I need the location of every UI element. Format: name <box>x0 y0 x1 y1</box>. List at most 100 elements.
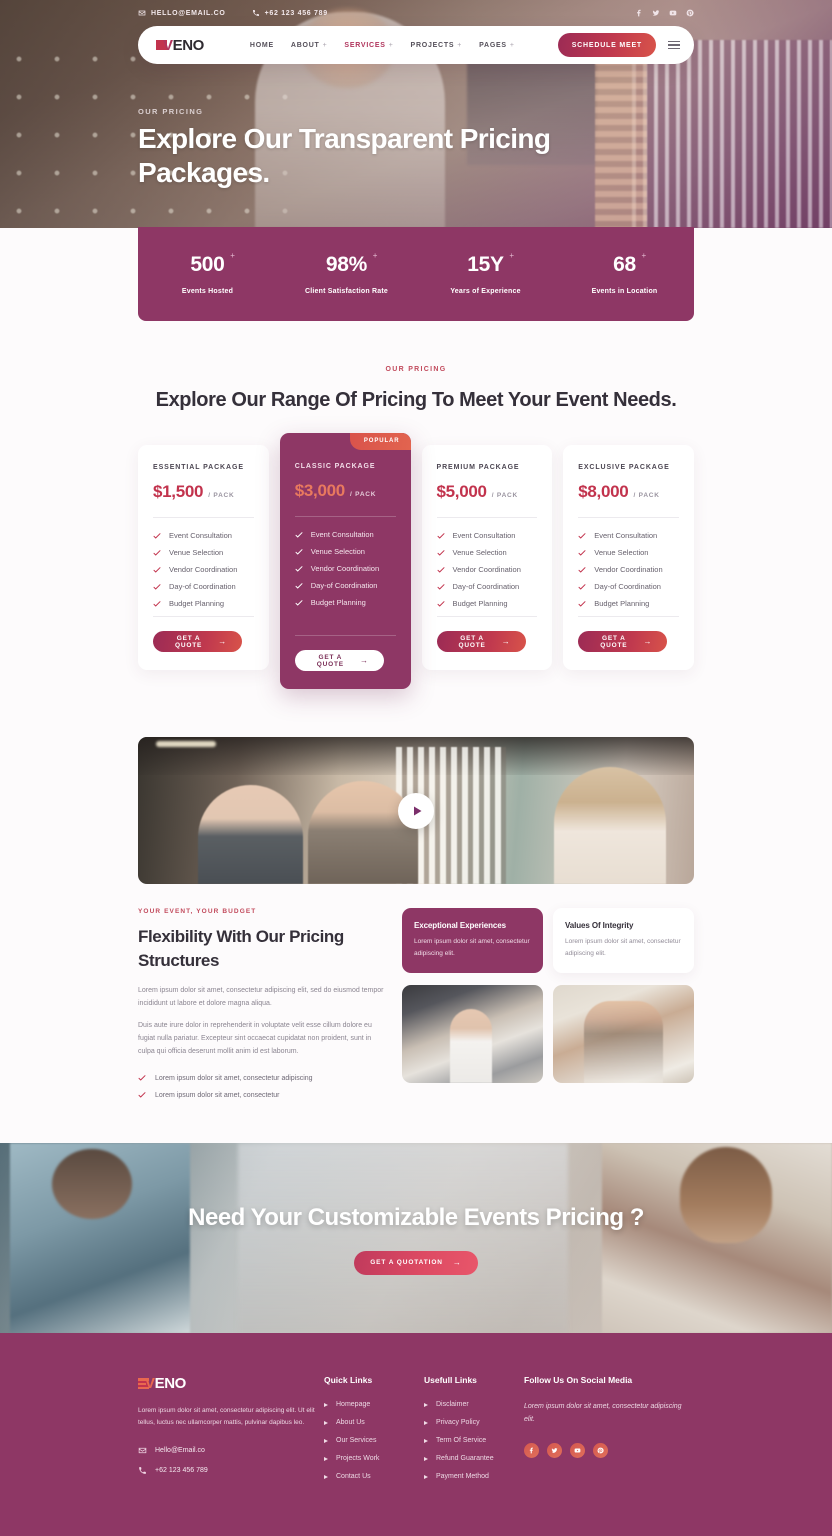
footer-link-about-us[interactable]: About Us <box>324 1419 424 1426</box>
feature-item: Budget Planning <box>153 599 254 608</box>
nav-item-pages[interactable]: PAGES + <box>479 42 515 49</box>
footer-quick-links-title: Quick Links <box>324 1375 373 1386</box>
flexibility-paragraph-2: Duis aute irure dolor in reprehenderit i… <box>138 1022 372 1056</box>
footer-grid: V ENO Lorem ipsum dolor sit amet, consec… <box>138 1375 694 1491</box>
triangle-right-icon <box>324 1438 328 1443</box>
footer-description: Lorem ipsum dolor sit amet, consectetur … <box>138 1407 315 1427</box>
divider <box>436 517 538 519</box>
pinterest-icon[interactable] <box>686 9 694 17</box>
divider <box>153 517 254 519</box>
footer-brand-column: V ENO Lorem ipsum dolor sit amet, consec… <box>138 1375 324 1491</box>
check-icon <box>295 582 303 590</box>
play-button[interactable] <box>398 792 434 829</box>
footer-link-projects-work[interactable]: Projects Work <box>324 1455 424 1462</box>
logo-text: ENO <box>172 36 205 54</box>
footer-link-disclaimer[interactable]: Disclaimer <box>424 1401 524 1408</box>
topbar-email-text: HELLO@EMAIL.CO <box>151 9 226 17</box>
feature-label: Day-of Coordination <box>452 582 520 592</box>
pricing-title: Explore Our Range Of Pricing To Meet You… <box>155 389 677 411</box>
footer-logo-text: ENO <box>154 1375 187 1393</box>
footer-link-term-of-service[interactable]: Term Of Service <box>424 1437 524 1444</box>
footer-link-payment-method[interactable]: Payment Method <box>424 1473 524 1480</box>
feature-item: Budget Planning <box>437 599 538 608</box>
facebook-icon[interactable] <box>635 9 643 17</box>
get-a-quote-button[interactable]: GET A QUOTE → <box>436 631 526 653</box>
logo[interactable]: V ENO <box>156 37 204 54</box>
nav-item-about[interactable]: ABOUT + <box>291 42 327 49</box>
get-a-quote-button[interactable]: GET A QUOTE → <box>294 650 384 672</box>
divider <box>436 616 538 618</box>
get-a-quote-button[interactable]: GET A QUOTE → <box>153 631 242 653</box>
value-card-exceptional-experiences[interactable]: Exceptional Experiences Lorem ipsum dolo… <box>402 908 543 974</box>
flexibility-images <box>402 985 694 1084</box>
triangle-right-icon <box>424 1456 428 1461</box>
stat-item: 98% + Client Satisfaction Rate <box>277 251 416 295</box>
cta-button-label: GET A QUOTATION <box>370 1259 443 1267</box>
bullet-item: Lorem ipsum dolor sit amet, consectetur <box>138 1091 384 1099</box>
footer-link-contact-us[interactable]: Contact Us <box>324 1473 424 1480</box>
hamburger-menu-icon[interactable] <box>668 40 680 50</box>
footer-link-homepage[interactable]: Homepage <box>324 1401 424 1408</box>
pricing-card-essential[interactable]: ESSENTIAL PACKAGE $1,500 / PACK Event Co… <box>138 445 269 671</box>
video-banner[interactable] <box>138 737 694 885</box>
arrow-right-icon: → <box>218 636 227 646</box>
triangle-right-icon <box>424 1402 428 1407</box>
phone-icon <box>139 1467 146 1475</box>
check-icon <box>295 548 303 556</box>
check-icon <box>437 532 445 540</box>
feature-label: Event Consultation <box>169 531 232 541</box>
pricing-card-exclusive[interactable]: EXCLUSIVE PACKAGE $8,000 / PACK Event Co… <box>563 445 694 671</box>
footer-youtube-button[interactable] <box>570 1443 585 1459</box>
pricing-eyebrow: OUR PRICING <box>385 366 447 373</box>
get-a-quotation-button[interactable]: GET A QUOTATION → <box>354 1250 478 1275</box>
divider <box>578 517 679 519</box>
package-period: / PACK <box>633 492 660 500</box>
feature-label: Event Consultation <box>594 531 658 541</box>
footer-link-our-services[interactable]: Our Services <box>324 1437 424 1444</box>
nav-item-services[interactable]: SERVICES + <box>344 42 393 49</box>
feature-item: Budget Planning <box>578 599 679 608</box>
footer-link-label: Projects Work <box>336 1455 380 1463</box>
nav-item-projects[interactable]: PROJECTS + <box>411 42 463 49</box>
price-row: $5,000 / PACK <box>437 482 538 502</box>
quote-button-label: GET A QUOTE <box>316 653 344 668</box>
feature-item: Venue Selection <box>437 548 538 557</box>
footer-phone[interactable]: +62 123 456 789 <box>138 1466 324 1475</box>
footer-pinterest-button[interactable] <box>593 1443 608 1459</box>
feature-label: Day-of Coordination <box>594 582 661 592</box>
footer-social-title: Follow Us On Social Media <box>524 1375 633 1386</box>
pricing-card-premium[interactable]: PREMIUM PACKAGE $5,000 / PACK Event Cons… <box>421 445 553 671</box>
footer-twitter-button[interactable] <box>547 1443 562 1459</box>
footer-logo-v: V <box>145 1375 155 1393</box>
topbar-phone[interactable]: +62 123 456 789 <box>252 9 328 17</box>
schedule-meet-button[interactable]: SCHEDULE MEET <box>557 33 656 57</box>
feature-item: Event Consultation <box>437 531 538 540</box>
package-name: PREMIUM PACKAGE <box>436 464 520 472</box>
triangle-right-icon <box>424 1438 428 1443</box>
value-cards: Exceptional Experiences Lorem ipsum dolo… <box>402 908 694 974</box>
footer-email-text: Hello@Email.co <box>155 1447 205 1455</box>
check-icon <box>153 583 161 591</box>
package-price: $8,000 <box>578 482 629 502</box>
footer-facebook-button[interactable] <box>524 1443 539 1459</box>
footer-logo[interactable]: V ENO <box>138 1375 324 1392</box>
package-name: EXCLUSIVE PACKAGE <box>578 464 670 472</box>
pricing-card-classic[interactable]: POPULAR CLASSIC PACKAGE $3,000 / PACK Ev… <box>279 433 411 690</box>
price-row: $8,000 / PACK <box>578 482 679 502</box>
stat-plus-icon: + <box>372 251 378 260</box>
feature-item: Event Consultation <box>295 530 396 539</box>
feature-label: Venue Selection <box>452 548 507 558</box>
youtube-icon[interactable] <box>669 9 677 17</box>
value-card-values-of-integrity[interactable]: Values Of Integrity Lorem ipsum dolor si… <box>553 908 694 974</box>
footer-link-refund-guarantee[interactable]: Refund Guarantee <box>424 1455 524 1462</box>
nav-item-home[interactable]: HOME <box>250 42 274 49</box>
twitter-icon[interactable] <box>652 9 660 17</box>
stat-item: 68 + Events in Location <box>555 251 694 295</box>
navbar: V ENO HOME ABOUT + SERVICES + PROJECTS + <box>138 26 694 64</box>
get-a-quote-button[interactable]: GET A QUOTE → <box>578 631 668 653</box>
footer-email[interactable]: Hello@Email.co <box>138 1446 324 1455</box>
feature-item: Event Consultation <box>153 531 254 540</box>
divider <box>578 616 679 618</box>
topbar-email[interactable]: HELLO@EMAIL.CO <box>138 9 226 17</box>
footer-link-privacy-policy[interactable]: Privacy Policy <box>424 1419 524 1426</box>
